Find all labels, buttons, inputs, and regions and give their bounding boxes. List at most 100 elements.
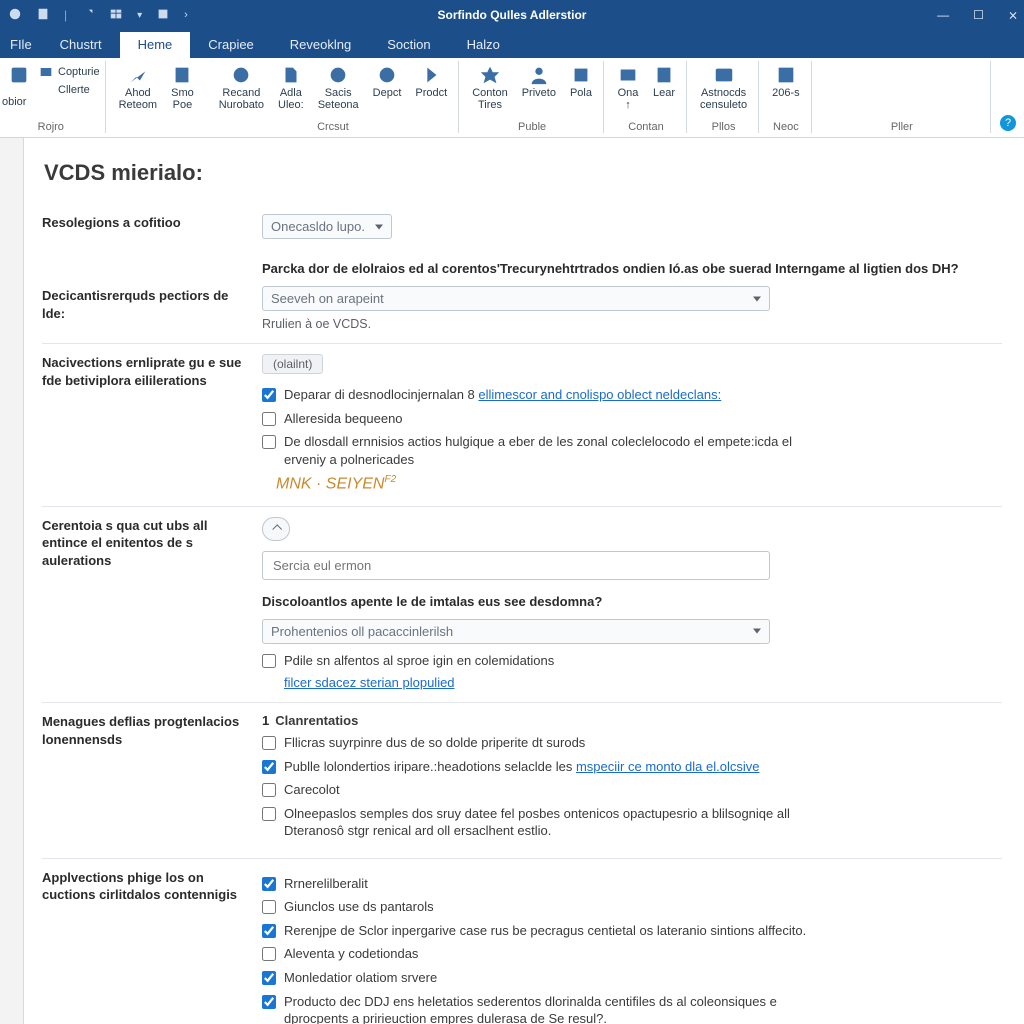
window-controls: — ☐ ⨯ (937, 8, 1024, 22)
cb-aleventa[interactable]: Aleventa y codetiondas (262, 945, 1002, 963)
ribbon-btn-ahod[interactable]: AhodReteom (113, 62, 164, 113)
ribbon-btn-206s[interactable]: 206-s (766, 62, 806, 102)
checkbox-monledatior[interactable] (262, 971, 276, 985)
checkbox-rerenjpe[interactable] (262, 924, 276, 938)
cb-rerenjpe[interactable]: Rerenjpe de Sclor inpergarive case rus b… (262, 922, 1002, 940)
ribbon-btn-depct[interactable]: Depct (367, 62, 408, 113)
ribbon-btn-sacis[interactable]: SacisSeteona (312, 62, 365, 113)
help-icon[interactable]: ? (1000, 115, 1016, 131)
ribbon-btn-astnocds[interactable]: Astnocdscensuleto (694, 62, 753, 113)
minimize-button[interactable]: — (937, 8, 949, 22)
tab-chustrt[interactable]: Chustrt (42, 32, 120, 58)
ribbon-btn-prodct[interactable]: Prodct (409, 62, 453, 113)
ribbon: Copturie Cllerte obiorUltorr Rojro AhodR… (0, 58, 1024, 138)
cb-dlosdall[interactable]: De dlosdall ernnisios actios hulgique a … (262, 433, 1002, 468)
cb-label-deparar: Deparar di desnodlocinjernalan 8 ellimes… (284, 386, 721, 404)
tab-crapiee[interactable]: Crapiee (190, 32, 272, 58)
ribbon-btn-smo[interactable]: SmoPoe (165, 62, 200, 113)
question-decicant: Parcka dor de elolraios ed al corentos'T… (262, 261, 1002, 276)
file-tab[interactable]: FIle (0, 32, 42, 58)
checkbox-rrnerel[interactable] (262, 877, 276, 891)
ribbon-btn-pola[interactable]: Pola (564, 62, 598, 113)
cb-giunclos[interactable]: Giunclos use ds pantarols (262, 898, 1002, 916)
share-icon[interactable] (81, 7, 95, 24)
ribbon-tabs: FIle Chustrt Heme Crapiee Reveoklng Soct… (0, 30, 1024, 58)
ribbon-btn-recand[interactable]: RecandNurobato (213, 62, 270, 113)
cb-rrnerel[interactable]: Rrnerelilberalit (262, 875, 1002, 893)
select-resolegions[interactable]: Onecasldo lupo. (262, 214, 392, 239)
ribbon-btn-copturie[interactable]: Copturie (38, 64, 100, 80)
search-input[interactable] (262, 551, 770, 580)
section-decicant: Decicantisrerquds pectiors de lde: Parck… (42, 251, 1002, 343)
select-decicant[interactable]: Seeveh on arapeint (262, 286, 770, 311)
app-icon (8, 7, 22, 24)
cb-deparar[interactable]: Deparar di desnodlocinjernalan 8 ellimes… (262, 386, 1002, 404)
checkbox-dlosdall[interactable] (262, 435, 276, 449)
checkbox-pdile[interactable] (262, 654, 276, 668)
spinner-cerentoia[interactable] (262, 517, 290, 541)
link-mspeciir[interactable]: mspeciir ce monto dla el.olcsive (576, 759, 760, 774)
section-cerentoia: Cerentoia s qua cut ubs all entince el e… (42, 506, 1002, 703)
checkbox-alleresida[interactable] (262, 412, 276, 426)
ribbon-section-puble: Puble (466, 119, 598, 137)
ribbon-section-pllos: Pllos (694, 119, 753, 137)
label-applvections: Applvections phige los on cuctions cirli… (42, 869, 262, 1024)
save-icon[interactable] (156, 7, 170, 24)
cb-label-dlosdall: De dlosdall ernnisios actios hulgique a … (284, 433, 824, 468)
chevron-right-icon[interactable]: › (184, 9, 188, 21)
maximize-button[interactable]: ☐ (973, 8, 984, 22)
chevron-down-icon[interactable]: ▾ (137, 10, 142, 21)
checkbox-publle[interactable] (262, 760, 276, 774)
checkbox-fllicras[interactable] (262, 736, 276, 750)
cb-fllicras[interactable]: Fllicras suyrpinre dus de so dolde pripe… (262, 734, 1002, 752)
tab-soction[interactable]: Soction (369, 32, 448, 58)
ribbon-btn-conton[interactable]: ContonTires (466, 62, 513, 113)
cb-alleresida[interactable]: Alleresida bequeeno (262, 410, 1002, 428)
checkbox-deparar[interactable] (262, 388, 276, 402)
section-applvections: Applvections phige los on cuctions cirli… (42, 858, 1002, 1024)
cb-pdile[interactable]: Pdile sn alfentos al sproe igin en colem… (262, 652, 1002, 670)
select-prohentenios[interactable]: Prohentenios oll pacaccinlerilsh (262, 619, 770, 644)
cb-monledatior[interactable]: Monledatior olatiom srvere (262, 969, 1002, 987)
checkbox-giunclos[interactable] (262, 900, 276, 914)
ribbon-btn-ona[interactable]: Ona↑ (611, 62, 645, 113)
checkbox-aleventa[interactable] (262, 947, 276, 961)
badge-olailnt: (olailnt) (262, 354, 323, 374)
link-ellimescor[interactable]: ellimescor and cnolispo oblect neldeclan… (478, 387, 721, 402)
page-title: VCDS mierialo: (44, 160, 1002, 186)
ribbon-section-rojro: Rojro (2, 119, 100, 137)
window-title: Sorfindo QuIles Adlerstior (438, 8, 587, 22)
cb-publle[interactable]: Publle lolondertios iripare.:headotions … (262, 758, 1002, 776)
tab-halzo[interactable]: Halzo (449, 32, 518, 58)
ribbon-group-contan: Ona↑ Lear Contan (605, 58, 688, 137)
ribbon-section-crcsut: Crcsut (213, 119, 453, 137)
tab-heme[interactable]: Heme (120, 32, 191, 58)
ribbon-btn-lear[interactable]: Lear (647, 62, 681, 113)
label-nacivections: Nacivections ernliprate gu e sue fde bet… (42, 354, 262, 494)
hint-decicant: Rrulien à oe VCDS. (262, 317, 1002, 331)
cb-label-alleresida: Alleresida bequeeno (284, 410, 403, 428)
cb-producto[interactable]: Producto dec DDJ ens heletatios sederent… (262, 993, 1002, 1024)
ribbon-group-pller: Pller (813, 58, 992, 137)
table-icon[interactable] (109, 7, 123, 24)
link-filcer[interactable]: filcer sdacez sterian plopulied (284, 675, 455, 690)
ribbon-group-crcsut: RecandNurobato AdlaUleo: SacisSeteona De… (207, 58, 460, 137)
cb-carecolot[interactable]: Carecolot (262, 781, 1002, 799)
ribbon-section-contan: Contan (611, 119, 681, 137)
cb-olneepaslos[interactable]: Olneepaslos semples dos sruy datee fel p… (262, 805, 1002, 840)
doc-icon[interactable] (36, 7, 50, 24)
tab-reveokling[interactable]: Reveoklng (272, 32, 369, 58)
checkbox-carecolot[interactable] (262, 783, 276, 797)
ribbon-group-1: AhodReteom SmoPoe . (107, 58, 207, 137)
ribbon-btn-obior[interactable] (2, 62, 36, 98)
label-resolegions: Resolegions a cofitioo (42, 214, 262, 239)
close-button[interactable]: ⨯ (1008, 8, 1018, 22)
ribbon-help[interactable]: ? (992, 58, 1024, 137)
label-menagues: Menagues deflias progtenlacios lonennens… (42, 713, 262, 846)
section-menagues: Menagues deflias progtenlacios lonennens… (42, 702, 1002, 858)
ribbon-btn-priveto[interactable]: Priveto (516, 62, 562, 113)
ribbon-btn-adla[interactable]: AdlaUleo: (272, 62, 310, 113)
checkbox-producto[interactable] (262, 995, 276, 1009)
ribbon-group-pllos: Astnocdscensuleto Pllos (688, 58, 760, 137)
checkbox-olneepaslos[interactable] (262, 807, 276, 821)
